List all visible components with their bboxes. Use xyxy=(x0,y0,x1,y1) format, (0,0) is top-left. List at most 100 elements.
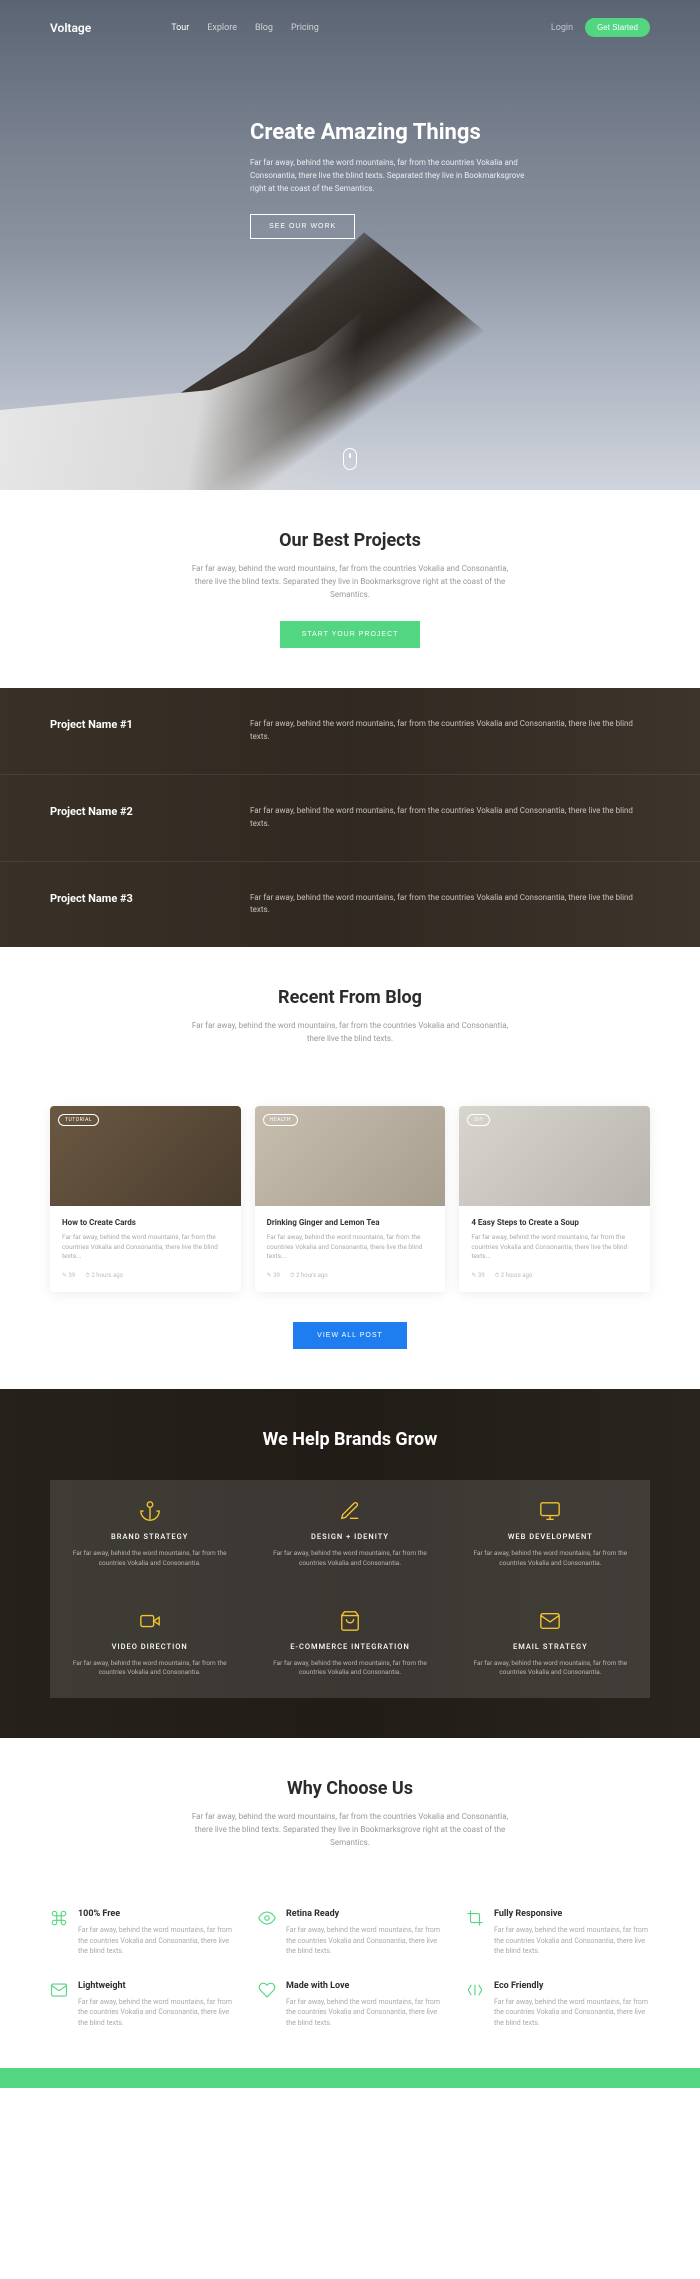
choose-item-desc: Far far away, behind the word mountains,… xyxy=(494,1925,650,1957)
brands-item: WEB DEVELOPMENTFar far away, behind the … xyxy=(451,1480,650,1589)
card-excerpt: Far far away, behind the word mountains,… xyxy=(62,1233,229,1262)
heart-icon xyxy=(258,1981,276,1999)
nav-link-pricing[interactable]: Pricing xyxy=(291,23,319,33)
view-all-posts-button[interactable]: VIEW ALL POST xyxy=(293,1322,407,1349)
project-desc: Far far away, behind the word mountains,… xyxy=(250,805,650,831)
start-project-button[interactable]: START YOUR PROJECT xyxy=(280,621,421,648)
choose-item: 100% FreeFar far away, behind the word m… xyxy=(50,1909,234,1957)
choose-item-desc: Far far away, behind the word mountains,… xyxy=(286,1997,442,2029)
blog-section: Recent From Blog Far far away, behind th… xyxy=(0,947,700,1106)
card-image: TUTORIAL xyxy=(50,1106,241,1206)
comments-icon: ✎ 39 xyxy=(62,1272,75,1280)
choose-section: Why Choose Us Far far away, behind the w… xyxy=(0,1738,700,1909)
brands-item: DESIGN + IDENITY Far far away, behind the… xyxy=(250,1480,449,1589)
choose-item-title: 100% Free xyxy=(78,1909,234,1919)
blog-card[interactable]: DIY 4 Easy Steps to Create a Soup Far fa… xyxy=(459,1106,650,1292)
hero-content: Create Amazing Things Far far away, behi… xyxy=(250,120,640,239)
card-image: HEALTH xyxy=(255,1106,446,1206)
comments-icon: ✎ 39 xyxy=(471,1272,484,1280)
card-meta: ✎ 39 ⏱ 2 hours ago xyxy=(62,1272,229,1280)
time-icon: ⏱ 2 hours ago xyxy=(290,1272,328,1280)
choose-item: Retina ReadyFar far away, behind the wor… xyxy=(258,1909,442,1957)
card-title: 4 Easy Steps to Create a Soup xyxy=(471,1218,638,1227)
card-meta: ✎ 39 ⏱ 2 hours ago xyxy=(267,1272,434,1280)
brands-item: VIDEO DIRECTION Far far away, behind the … xyxy=(50,1590,249,1699)
blog-subtitle: Far far away, behind the word mountains,… xyxy=(185,1020,515,1046)
mail-icon xyxy=(539,1610,561,1632)
choose-item-desc: Far far away, behind the word mountains,… xyxy=(78,1997,234,2029)
brands-item-desc: Far far away, behind the word mountains,… xyxy=(465,1659,636,1679)
project-row[interactable]: Project Name #3 Far far away, behind the… xyxy=(0,862,700,948)
anchor-icon xyxy=(139,1500,161,1522)
mail-icon xyxy=(50,1981,68,1999)
scroll-down-icon[interactable] xyxy=(343,448,357,470)
brands-item: E-COMMERCE INTEGRATIONFar far away, behi… xyxy=(250,1590,449,1699)
brands-item-desc: Far far away, behind the word mountains,… xyxy=(465,1549,636,1569)
brands-grid: BRAND STRATEGY Far far away, behind the w… xyxy=(50,1480,650,1698)
brands-item-desc: Far far away, behind the word mountains,… xyxy=(264,1549,435,1569)
project-desc: Far far away, behind the word mountains,… xyxy=(250,892,650,918)
card-excerpt: Far far away, behind the word mountains,… xyxy=(471,1233,638,1262)
card-meta: ✎ 39 ⏱ 2 hours ago xyxy=(471,1272,638,1280)
choose-item-title: Lightweight xyxy=(78,1981,234,1991)
projects-list: Project Name #1 Far far away, behind the… xyxy=(0,688,700,947)
card-tag: TUTORIAL xyxy=(58,1114,99,1126)
command-icon xyxy=(50,1909,68,1927)
brands-item-title: VIDEO DIRECTION xyxy=(64,1642,235,1651)
hero-section: Voltage Tour Explore Blog Pricing Login … xyxy=(0,0,700,490)
project-name: Project Name #2 xyxy=(50,805,250,831)
project-name: Project Name #3 xyxy=(50,892,250,918)
video-icon xyxy=(139,1610,161,1632)
choose-item: Eco Friendly Far far away, behind the wor… xyxy=(466,1981,650,2029)
card-excerpt: Far far away, behind the word mountains,… xyxy=(267,1233,434,1262)
monitor-icon xyxy=(539,1500,561,1522)
choose-item-title: Fully Responsive xyxy=(494,1909,650,1919)
nav-link-tour[interactable]: Tour xyxy=(171,23,189,33)
choose-item: Lightweight Far far away, behind the word… xyxy=(50,1981,234,2029)
brands-section: We Help Brands Grow BRAND STRATEGYFar fa… xyxy=(0,1389,700,1738)
projects-title: Our Best Projects xyxy=(50,530,650,551)
projects-subtitle: Far far away, behind the word mountains,… xyxy=(185,563,515,601)
choose-item: Fully Responsive Far far away, behind the… xyxy=(466,1909,650,1957)
project-name: Project Name #1 xyxy=(50,718,250,744)
choose-item-desc: Far far away, behind the word mountains,… xyxy=(286,1925,442,1957)
see-work-button[interactable]: SEE OUR WORK xyxy=(250,214,355,239)
brands-item-desc: Far far away, behind the word mountains,… xyxy=(64,1549,235,1569)
choose-item: Made with LoveFar far away, behind the w… xyxy=(258,1981,442,2029)
blog-title: Recent From Blog xyxy=(50,987,650,1008)
blog-card[interactable]: HEALTH Drinking Ginger and Lemon Tea Far… xyxy=(255,1106,446,1292)
blog-cards: TUTORIAL How to Create Cards Far far awa… xyxy=(0,1106,700,1292)
choose-item-desc: Far far away, behind the word mountains,… xyxy=(494,1997,650,2029)
edit-icon xyxy=(339,1500,361,1522)
get-started-button[interactable]: Get Started xyxy=(585,18,650,37)
hero-subtitle: Far far away, behind the word mountains,… xyxy=(250,157,530,195)
projects-intro: Our Best Projects Far far away, behind t… xyxy=(0,490,700,688)
brands-item-title: EMAIL STRATEGY xyxy=(465,1642,636,1651)
choose-grid: 100% Free Far far away, behind the word m… xyxy=(0,1909,700,2028)
comments-icon: ✎ 39 xyxy=(267,1272,280,1280)
nav-links: Tour Explore Blog Pricing xyxy=(171,23,319,33)
card-title: How to Create Cards xyxy=(62,1218,229,1227)
blog-card[interactable]: TUTORIAL How to Create Cards Far far awa… xyxy=(50,1106,241,1292)
brands-item-title: DESIGN + IDENITY xyxy=(264,1532,435,1541)
project-row[interactable]: Project Name #2 Far far away, behind the… xyxy=(0,775,700,862)
time-icon: ⏱ 2 hours ago xyxy=(85,1272,123,1280)
brands-item-desc: Far far away, behind the word mountains,… xyxy=(64,1659,235,1679)
time-icon: ⏱ 2 hours ago xyxy=(495,1272,533,1280)
choose-item-title: Eco Friendly xyxy=(494,1981,650,1991)
hero-title: Create Amazing Things xyxy=(250,120,640,145)
login-link[interactable]: Login xyxy=(551,23,573,33)
brands-item: BRAND STRATEGY Far far away, behind the w… xyxy=(50,1480,249,1589)
choose-title: Why Choose Us xyxy=(50,1778,650,1799)
brands-item-desc: Far far away, behind the word mountains,… xyxy=(264,1659,435,1679)
eye-icon xyxy=(258,1909,276,1927)
nav-link-blog[interactable]: Blog xyxy=(255,23,273,33)
project-row[interactable]: Project Name #1 Far far away, behind the… xyxy=(0,688,700,775)
brands-item-title: BRAND STRATEGY xyxy=(64,1532,235,1541)
brands-item: EMAIL STRATEGY Far far away, behind the w… xyxy=(451,1590,650,1699)
logo[interactable]: Voltage xyxy=(50,21,91,35)
card-tag: DIY xyxy=(467,1114,490,1126)
nav-link-explore[interactable]: Explore xyxy=(207,23,237,33)
crop-icon xyxy=(466,1909,484,1927)
project-desc: Far far away, behind the word mountains,… xyxy=(250,718,650,744)
